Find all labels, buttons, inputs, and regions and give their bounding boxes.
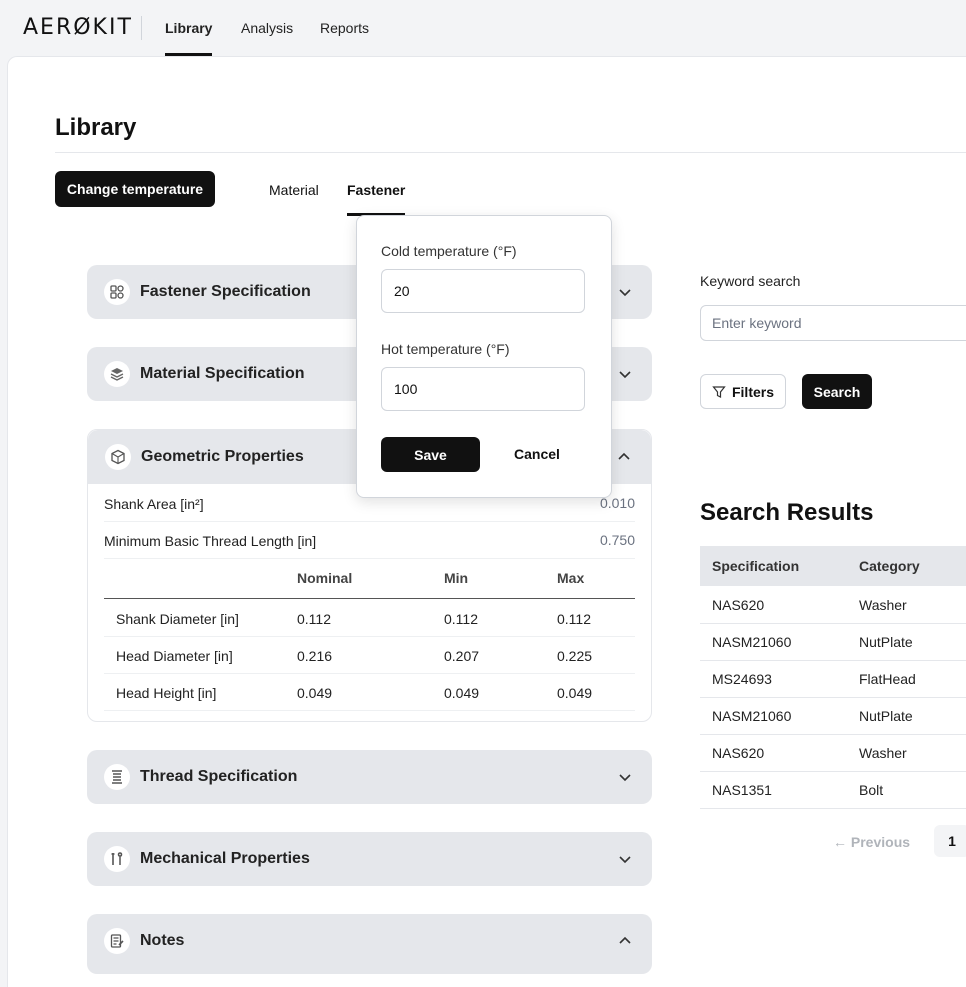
results-table-header: Specification Category — [700, 546, 966, 586]
row-label: Head Height [in] — [116, 685, 217, 701]
notes-icon — [104, 928, 130, 954]
nav-item-reports[interactable]: Reports — [320, 20, 369, 36]
nav-item-analysis[interactable]: Analysis — [241, 20, 293, 36]
cell-nominal: 0.216 — [297, 648, 333, 664]
nav-item-library[interactable]: Library — [165, 20, 212, 36]
column-header-specification: Specification — [712, 558, 800, 574]
property-label: Shank Area [in²] — [104, 496, 204, 512]
accordion-header[interactable]: Thread Specification — [87, 750, 652, 804]
temperature-popover: Cold temperature (°F) 20 Hot temperature… — [356, 215, 612, 498]
cell-category: NutPlate — [859, 708, 913, 724]
cell-max: 0.225 — [557, 648, 593, 664]
cell-specification: NASM21060 — [712, 634, 792, 650]
accordion-header[interactable]: Mechanical Properties — [87, 832, 652, 886]
title-divider — [55, 152, 966, 153]
cell-nominal: 0.049 — [297, 685, 333, 701]
table-row: Head Diameter [in] 0.216 0.207 0.225 — [104, 636, 635, 674]
cell-nominal: 0.112 — [297, 611, 331, 627]
column-header-nominal: Nominal — [297, 570, 353, 586]
accordion-title: Fastener Specification — [140, 283, 311, 300]
change-temperature-button[interactable]: Change temperature — [55, 171, 215, 207]
page-number-button[interactable]: 1 — [934, 825, 966, 857]
keyword-search-label: Keyword search — [700, 273, 801, 289]
accordion-mechanical-properties: Mechanical Properties — [87, 832, 652, 886]
cell-category: Bolt — [859, 782, 884, 798]
search-button[interactable]: Search — [802, 374, 872, 409]
cell-category: Washer — [859, 745, 907, 761]
cell-min: 0.112 — [444, 611, 478, 627]
cell-category: Washer — [859, 597, 907, 613]
cold-temperature-label: Cold temperature (°F) — [381, 243, 517, 259]
accordion-thread-specification: Thread Specification — [87, 750, 652, 804]
accordion-title: Notes — [140, 932, 185, 949]
cube-icon — [105, 444, 131, 470]
search-results-title: Search Results — [700, 499, 874, 526]
property-row: Minimum Basic Thread Length [in] 0.750 — [104, 521, 635, 559]
chevron-down-icon — [619, 289, 631, 297]
chevron-up-icon — [619, 936, 631, 944]
chevron-down-icon — [619, 371, 631, 379]
table-row[interactable]: NASM21060 NutPlate — [700, 697, 966, 735]
tab-fastener[interactable]: Fastener — [347, 182, 405, 198]
filters-label: Filters — [731, 383, 774, 400]
cold-temperature-input[interactable]: 20 — [381, 269, 585, 313]
cell-min: 0.207 — [444, 648, 480, 664]
table-row[interactable]: NAS620 Washer — [700, 586, 966, 624]
cell-specification: NAS620 — [712, 745, 765, 761]
column-header-category: Category — [859, 558, 920, 574]
accordion-title: Geometric Properties — [141, 448, 304, 465]
table-row[interactable]: NAS620 Washer — [700, 734, 966, 772]
accordion-notes: Notes — [87, 914, 652, 974]
cell-category: FlatHead — [859, 671, 916, 687]
tools-icon — [104, 846, 130, 872]
accordion-title: Material Specification — [140, 365, 305, 382]
table-row[interactable]: NAS1351 Bolt — [700, 771, 966, 809]
fastener-icon — [104, 279, 130, 305]
row-label: Head Diameter [in] — [116, 648, 233, 664]
cell-specification: NASM21060 — [712, 708, 792, 724]
chevron-up-icon — [618, 452, 630, 460]
nav-divider — [141, 16, 142, 40]
page-title: Library — [55, 114, 137, 141]
row-label: Shank Diameter [in] — [116, 611, 239, 627]
filter-icon — [712, 385, 726, 398]
top-nav: AERØKIT Library Analysis Reports — [0, 0, 966, 56]
cell-max: 0.049 — [557, 685, 593, 701]
column-header-min: Min — [444, 570, 469, 586]
accordion-title: Mechanical Properties — [140, 850, 310, 867]
table-row: Shank Diameter [in] 0.112 0.112 0.112 — [104, 599, 635, 637]
cancel-button[interactable]: Cancel — [514, 446, 560, 462]
accordion-title: Thread Specification — [140, 768, 298, 785]
logo: AERØKIT — [23, 15, 133, 40]
previous-page-button[interactable]: ← Previous — [833, 834, 910, 850]
cell-specification: MS24693 — [712, 671, 772, 687]
table-row[interactable]: NASM21060 NutPlate — [700, 623, 966, 661]
property-value: 0.750 — [599, 532, 635, 548]
tab-material[interactable]: Material — [269, 182, 319, 198]
cell-specification: NAS620 — [712, 597, 765, 613]
thread-icon — [104, 764, 130, 790]
cell-max: 0.112 — [557, 611, 591, 627]
hot-temperature-input[interactable]: 100 — [381, 367, 585, 411]
cell-min: 0.049 — [444, 685, 480, 701]
accordion-header[interactable]: Notes — [87, 914, 652, 968]
filters-button[interactable]: Filters — [700, 374, 786, 409]
cell-category: NutPlate — [859, 634, 913, 650]
chevron-down-icon — [619, 774, 631, 782]
keyword-search-input[interactable]: Enter keyword — [700, 305, 966, 341]
layers-icon — [104, 361, 130, 387]
cell-specification: NAS1351 — [712, 782, 772, 798]
table-row: Head Height [in] 0.049 0.049 0.049 — [104, 673, 635, 711]
hot-temperature-label: Hot temperature (°F) — [381, 341, 510, 357]
save-button[interactable]: Save — [381, 437, 480, 472]
column-header-max: Max — [557, 570, 585, 586]
property-label: Minimum Basic Thread Length [in] — [104, 533, 317, 549]
table-row[interactable]: MS24693 FlatHead — [700, 660, 966, 698]
chevron-down-icon — [619, 856, 631, 864]
